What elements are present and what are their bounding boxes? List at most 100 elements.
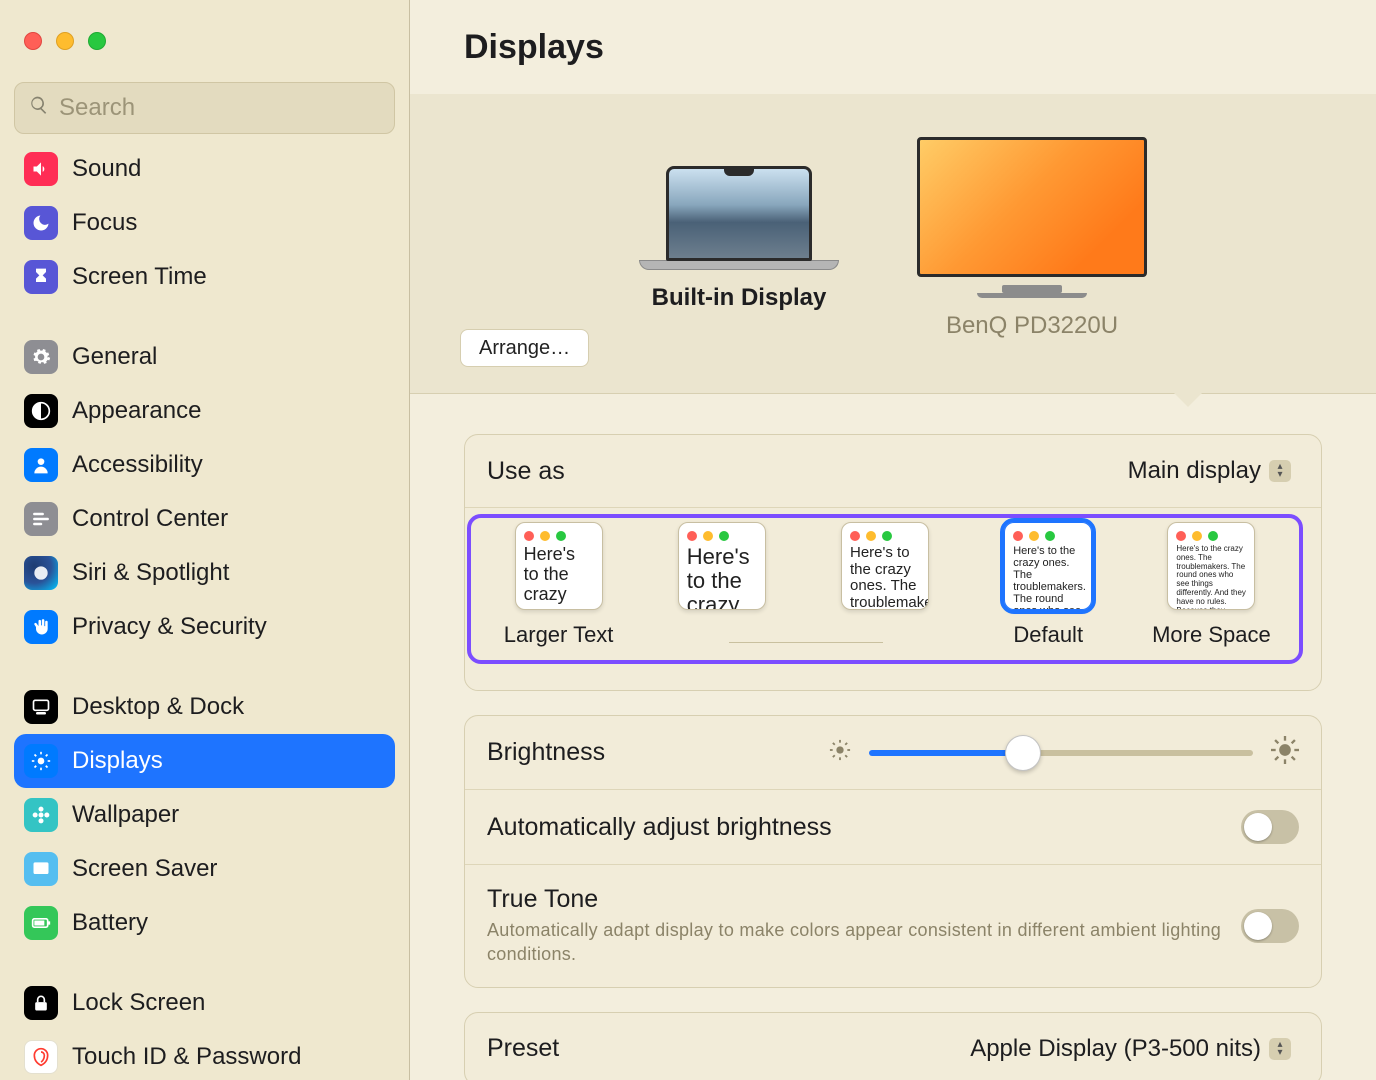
sidebar-nav: SoundFocus Screen Time General Appearance Ac… [0,142,409,1080]
preset-label: Preset [487,1034,962,1063]
sidebar-item-label: Appearance [72,397,201,425]
truetone-description: Automatically adapt display to make colo… [487,918,1227,967]
sun-large-icon [1271,736,1299,769]
sidebar-item-siri-spotlight[interactable]: Siri & Spotlight [14,546,395,600]
sidebar-item-sound[interactable]: Sound [14,142,395,196]
sidebar-item-label: Siri & Spotlight [72,559,229,587]
gear-icon [24,340,58,374]
brightness-panel: Brightness [464,715,1322,988]
sidebar-item-label: Touch ID & Password [72,1043,301,1071]
resolution-line [729,642,883,643]
sidebar-item-touch-id-password[interactable]: Touch ID & Password [14,1030,395,1080]
brightness-track[interactable] [869,750,1253,756]
truetone-label: True Tone [487,885,1241,914]
sidebar-item-label: General [72,343,157,371]
preset-panel: Preset Apple Display (P3-500 nits) [464,1012,1322,1080]
resolution-caption: Default [1013,622,1083,650]
chevron-updown-icon [1269,1038,1291,1060]
sliders-icon [24,502,58,536]
auto-brightness-label: Automatically adjust brightness [487,813,1241,842]
sidebar-item-label: Displays [72,747,163,775]
flower-icon [24,798,58,832]
preset-value: Apple Display (P3-500 nits) [970,1035,1261,1063]
window-controls [0,18,409,58]
sidebar-item-appearance[interactable]: Appearance [14,384,395,438]
sidebar-item-battery[interactable]: Battery [14,896,395,950]
resolution-option-1[interactable]: Here's to the crazy ones. The troublemak… [640,522,803,650]
hourglass-icon [24,260,58,294]
sidebar-item-desktop-dock[interactable]: Desktop & Dock [14,680,395,734]
brightness-slider[interactable] [829,736,1299,769]
search-icon [29,94,49,122]
use-as-dropdown[interactable]: Main display [1120,455,1299,487]
moon-icon [24,206,58,240]
resolution-caption: Larger Text [504,622,614,650]
siri-icon [24,556,58,590]
arrange-button[interactable]: Arrange… [460,329,589,367]
chevron-updown-icon [1269,460,1291,482]
fingerprint-icon [24,1040,58,1074]
display-option-builtin[interactable]: Built-in Display [639,166,839,312]
resolution-option-2[interactable]: Here's to the crazy ones. The troublemak… [803,522,966,650]
sidebar-item-screen-time[interactable]: Screen Time [14,250,395,304]
sidebar-item-screen-saver[interactable]: Screen Saver [14,842,395,896]
sidebar-item-privacy-security[interactable]: Privacy & Security [14,600,395,654]
laptop-icon [639,166,839,270]
use-as-label: Use as [487,457,1120,486]
sidebar-item-label: Privacy & Security [72,613,267,641]
sound-icon [24,152,58,186]
sidebar-item-label: Screen Saver [72,855,217,883]
sidebar-item-general[interactable]: General [14,330,395,384]
sidebar-item-label: Screen Time [72,263,207,291]
resolution-highlight: Here's to the crazy ones. The troublemak… [467,514,1303,664]
resolution-option-3[interactable]: Here's to the crazy ones. The troublemak… [967,522,1130,650]
search-input[interactable] [59,94,380,122]
sun-icon [24,744,58,778]
sidebar-item-focus[interactable]: Focus [14,196,395,250]
sun-small-icon [829,739,851,766]
display-properties-panel: Use as Main display Here's to the crazy … [464,434,1322,691]
resolution-swatch: Here's to the crazy ones. The troublemak… [515,522,603,610]
search-field[interactable] [14,82,395,134]
resolution-swatch: Here's to the crazy ones. The troublemak… [678,522,766,610]
page-title: Displays [410,0,1376,94]
chooser-arrow-indicator [1174,393,1202,407]
dock-icon [24,690,58,724]
sidebar-item-label: Lock Screen [72,989,205,1017]
truetone-toggle[interactable] [1241,909,1299,943]
lock-icon [24,986,58,1020]
monitor-icon [917,137,1147,298]
resolution-option-0[interactable]: Here's to the crazy ones. The troublemak… [477,522,640,650]
close-window-button[interactable] [24,32,42,50]
display-option-label: BenQ PD3220U [946,312,1118,340]
arrange-button-label: Arrange… [479,337,570,359]
auto-brightness-toggle[interactable] [1241,810,1299,844]
sidebar-item-label: Wallpaper [72,801,179,829]
battery-icon [24,906,58,940]
use-as-value: Main display [1128,457,1261,485]
main-panel: Displays Arrange… Built-in Display BenQ [410,0,1376,1080]
resolution-picker: Here's to the crazy ones. The troublemak… [477,522,1293,650]
sidebar-item-wallpaper[interactable]: Wallpaper [14,788,395,842]
zoom-window-button[interactable] [88,32,106,50]
brightness-thumb[interactable] [1005,735,1041,771]
hand-icon [24,610,58,644]
resolution-caption: More Space [1152,622,1271,650]
brightness-label: Brightness [487,738,829,767]
display-option-external[interactable]: BenQ PD3220U [917,137,1147,340]
person-icon [24,448,58,482]
display-option-label: Built-in Display [652,284,827,312]
sidebar-item-control-center[interactable]: Control Center [14,492,395,546]
sidebar: SoundFocus Screen Time General Appearance Ac… [0,0,410,1080]
preset-dropdown[interactable]: Apple Display (P3-500 nits) [962,1033,1299,1065]
minimize-window-button[interactable] [56,32,74,50]
sidebar-item-label: Accessibility [72,451,203,479]
display-chooser: Arrange… Built-in Display BenQ PD3220U [410,94,1376,394]
resolution-swatch: Here's to the crazy ones. The troublemak… [841,522,929,610]
resolution-option-4[interactable]: Here's to the crazy ones. The troublemak… [1130,522,1293,650]
contrast-icon [24,394,58,428]
sidebar-item-displays[interactable]: Displays [14,734,395,788]
sidebar-item-accessibility[interactable]: Accessibility [14,438,395,492]
sidebar-item-label: Battery [72,909,148,937]
sidebar-item-lock-screen[interactable]: Lock Screen [14,976,395,1030]
